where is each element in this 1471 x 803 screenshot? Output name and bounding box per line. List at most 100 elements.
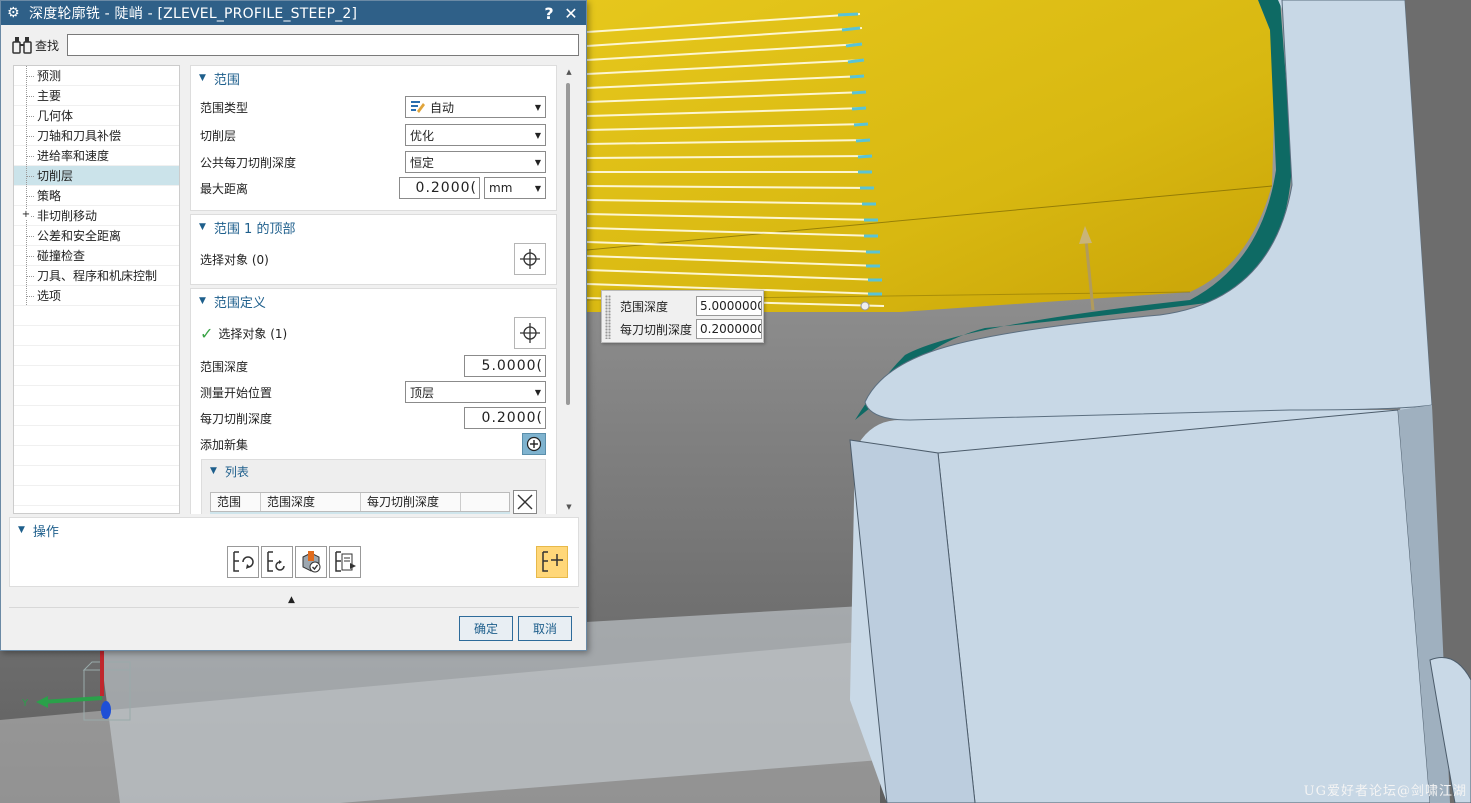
drag-handle[interactable]	[605, 295, 611, 339]
tree-item-label: 进给率和速度	[37, 149, 110, 163]
range-definition-title: 范围定义	[213, 295, 266, 311]
collapse-dialog-arrow-icon[interactable]: ▲	[288, 595, 295, 605]
list-header[interactable]: ▼ 列表	[202, 460, 545, 482]
chevron-down-icon: ▼	[534, 102, 542, 112]
unit-value: mm	[489, 181, 513, 195]
help-button[interactable]: ?	[538, 4, 560, 23]
unit-dropdown[interactable]: mm ▼	[484, 177, 546, 199]
tree-empty-row	[14, 466, 179, 486]
list-output-button[interactable]	[329, 546, 361, 578]
range-def-select-row: ✓ 选择对象 (1)	[191, 313, 556, 353]
tree-item[interactable]: 预测	[14, 66, 179, 86]
tree-empty-row	[14, 386, 179, 406]
tree-item-label: 刀轴和刀具补偿	[37, 129, 122, 143]
cancel-button[interactable]: 取消	[518, 616, 572, 641]
delete-row-button[interactable]	[513, 490, 537, 514]
tree-empty-row	[14, 426, 179, 446]
chevron-down-icon: ▼	[534, 387, 542, 397]
tree-item[interactable]: 选项	[14, 286, 179, 306]
title-bar[interactable]: ⚙ 深度轮廓铣 - 陡峭 - [ZLEVEL_PROFILE_STEEP_2] …	[1, 1, 586, 25]
range-group: ▼ 范围 范围类型 自动 ▼ 切削层 优化 ▼ 公共每刀切削深度 恒定 ▼ 最大…	[190, 65, 557, 211]
panel-scrollbar[interactable]: ▲ ▼	[560, 65, 578, 514]
range-top-select-row: 选择对象 (0)	[191, 239, 556, 279]
select-object-button[interactable]	[514, 317, 546, 349]
max-distance-input[interactable]: 0.2000(	[399, 177, 480, 199]
tree-item[interactable]: 碰撞检查	[14, 246, 179, 266]
scroll-up-arrow-icon[interactable]: ▲	[560, 65, 578, 79]
column-header-range[interactable]: 范围	[211, 493, 261, 511]
tree-item[interactable]: 策略	[14, 186, 179, 206]
axis-triad[interactable]: Y Z	[18, 648, 138, 738]
y-axis-label: Y	[22, 698, 29, 709]
column-header-extra	[461, 493, 509, 511]
tree-item[interactable]: 切削层	[14, 166, 179, 186]
search-input[interactable]	[67, 34, 579, 56]
operations-title: 操作	[32, 524, 59, 540]
scroll-down-arrow-icon[interactable]: ▼	[560, 500, 578, 514]
operations-header[interactable]: ▼ 操作	[10, 518, 578, 542]
operation-dialog[interactable]: ⚙ 深度轮廓铣 - 陡峭 - [ZLEVEL_PROFILE_STEEP_2] …	[0, 0, 587, 651]
add-new-set-label: 添加新集	[200, 437, 249, 452]
tree-item[interactable]: 进给率和速度	[14, 146, 179, 166]
auto-range-icon	[410, 99, 430, 115]
operations-group: ▼ 操作	[9, 517, 579, 587]
replay-button[interactable]	[261, 546, 293, 578]
tree-item-label: 选项	[37, 289, 62, 303]
tree-empty-row	[14, 366, 179, 386]
tree-empty-row	[14, 326, 179, 346]
common-depth-dropdown[interactable]: 恒定 ▼	[405, 151, 546, 173]
tree-item-label: 非切削移动	[37, 209, 98, 223]
add-toolpath-icon	[542, 551, 563, 572]
collapse-triangle-icon: ▼	[199, 296, 206, 306]
cut-layer-dropdown[interactable]: 优化 ▼	[405, 124, 546, 146]
callout-range-depth-input[interactable]: 5.0000000	[696, 296, 762, 316]
range-group-header[interactable]: ▼ 范围	[191, 66, 556, 90]
range-definition-header[interactable]: ▼ 范围定义	[191, 289, 556, 313]
measure-from-dropdown[interactable]: 顶层 ▼	[405, 381, 546, 403]
verify-button[interactable]	[295, 546, 327, 578]
fixture-front-face	[937, 409, 1431, 803]
tree-item-label: 刀具、程序和机床控制	[37, 269, 158, 283]
column-header-depth-per-cut[interactable]: 每刀切削深度	[361, 493, 461, 511]
tree-item[interactable]: + 非切削移动	[14, 206, 179, 226]
range-def-select-label: 选择对象 (1)	[218, 326, 288, 341]
tree-item-label: 预测	[37, 69, 62, 83]
column-header-range-depth[interactable]: 范围深度	[261, 493, 361, 511]
generate-button[interactable]	[227, 546, 259, 578]
range-top-group-title: 范围 1 的顶部	[213, 221, 296, 237]
range-top-group-header[interactable]: ▼ 范围 1 的顶部	[191, 215, 556, 239]
tree-item[interactable]: 刀具、程序和机床控制	[14, 266, 179, 286]
tree-item[interactable]: 主要	[14, 86, 179, 106]
ok-button[interactable]: 确定	[459, 616, 513, 641]
crosshair-icon	[520, 323, 540, 343]
measure-from-value: 顶层	[410, 385, 435, 400]
list-subgroup: ▼ 列表 范围 范围深度 每刀切削深度	[201, 459, 546, 514]
range-top-group: ▼ 范围 1 的顶部 选择对象 (0)	[190, 214, 557, 285]
list-row[interactable]	[210, 512, 510, 514]
range-type-dropdown[interactable]: 自动 ▼	[405, 96, 546, 118]
scrollbar-thumb[interactable]	[566, 83, 570, 405]
range-depth-input[interactable]: 5.0000(	[464, 355, 546, 377]
close-button[interactable]: ✕	[560, 4, 582, 23]
depth-callout[interactable]: 范围深度 5.0000000 每刀切削深度 0.2000000	[601, 290, 764, 343]
tree-item[interactable]: 公差和安全距离	[14, 226, 179, 246]
callout-per-cut-input[interactable]: 0.2000000	[696, 319, 762, 339]
add-new-set-button[interactable]	[522, 433, 546, 455]
collapse-triangle-icon: ▼	[18, 525, 25, 535]
depth-per-cut-input[interactable]: 0.2000(	[464, 407, 546, 429]
range-depth-row: 范围深度 5.0000(	[191, 353, 556, 379]
collapse-triangle-icon: ▼	[199, 222, 206, 232]
search-label: 查找	[35, 38, 60, 53]
tree-item-label: 切削层	[37, 169, 74, 183]
tree-item[interactable]: 刀轴和刀具补偿	[14, 126, 179, 146]
crosshair-icon	[520, 249, 540, 269]
depth-per-cut-row: 每刀切削深度 0.2000(	[191, 405, 556, 431]
select-object-button[interactable]	[514, 243, 546, 275]
range-type-row: 范围类型 自动 ▼	[191, 94, 556, 120]
add-toolpath-button[interactable]	[536, 546, 568, 578]
expand-plus-icon[interactable]: +	[21, 210, 31, 220]
tree-item-label: 策略	[37, 189, 62, 203]
tree-item[interactable]: 几何体	[14, 106, 179, 126]
common-depth-value: 恒定	[410, 155, 435, 170]
chevron-down-icon: ▼	[534, 183, 542, 193]
